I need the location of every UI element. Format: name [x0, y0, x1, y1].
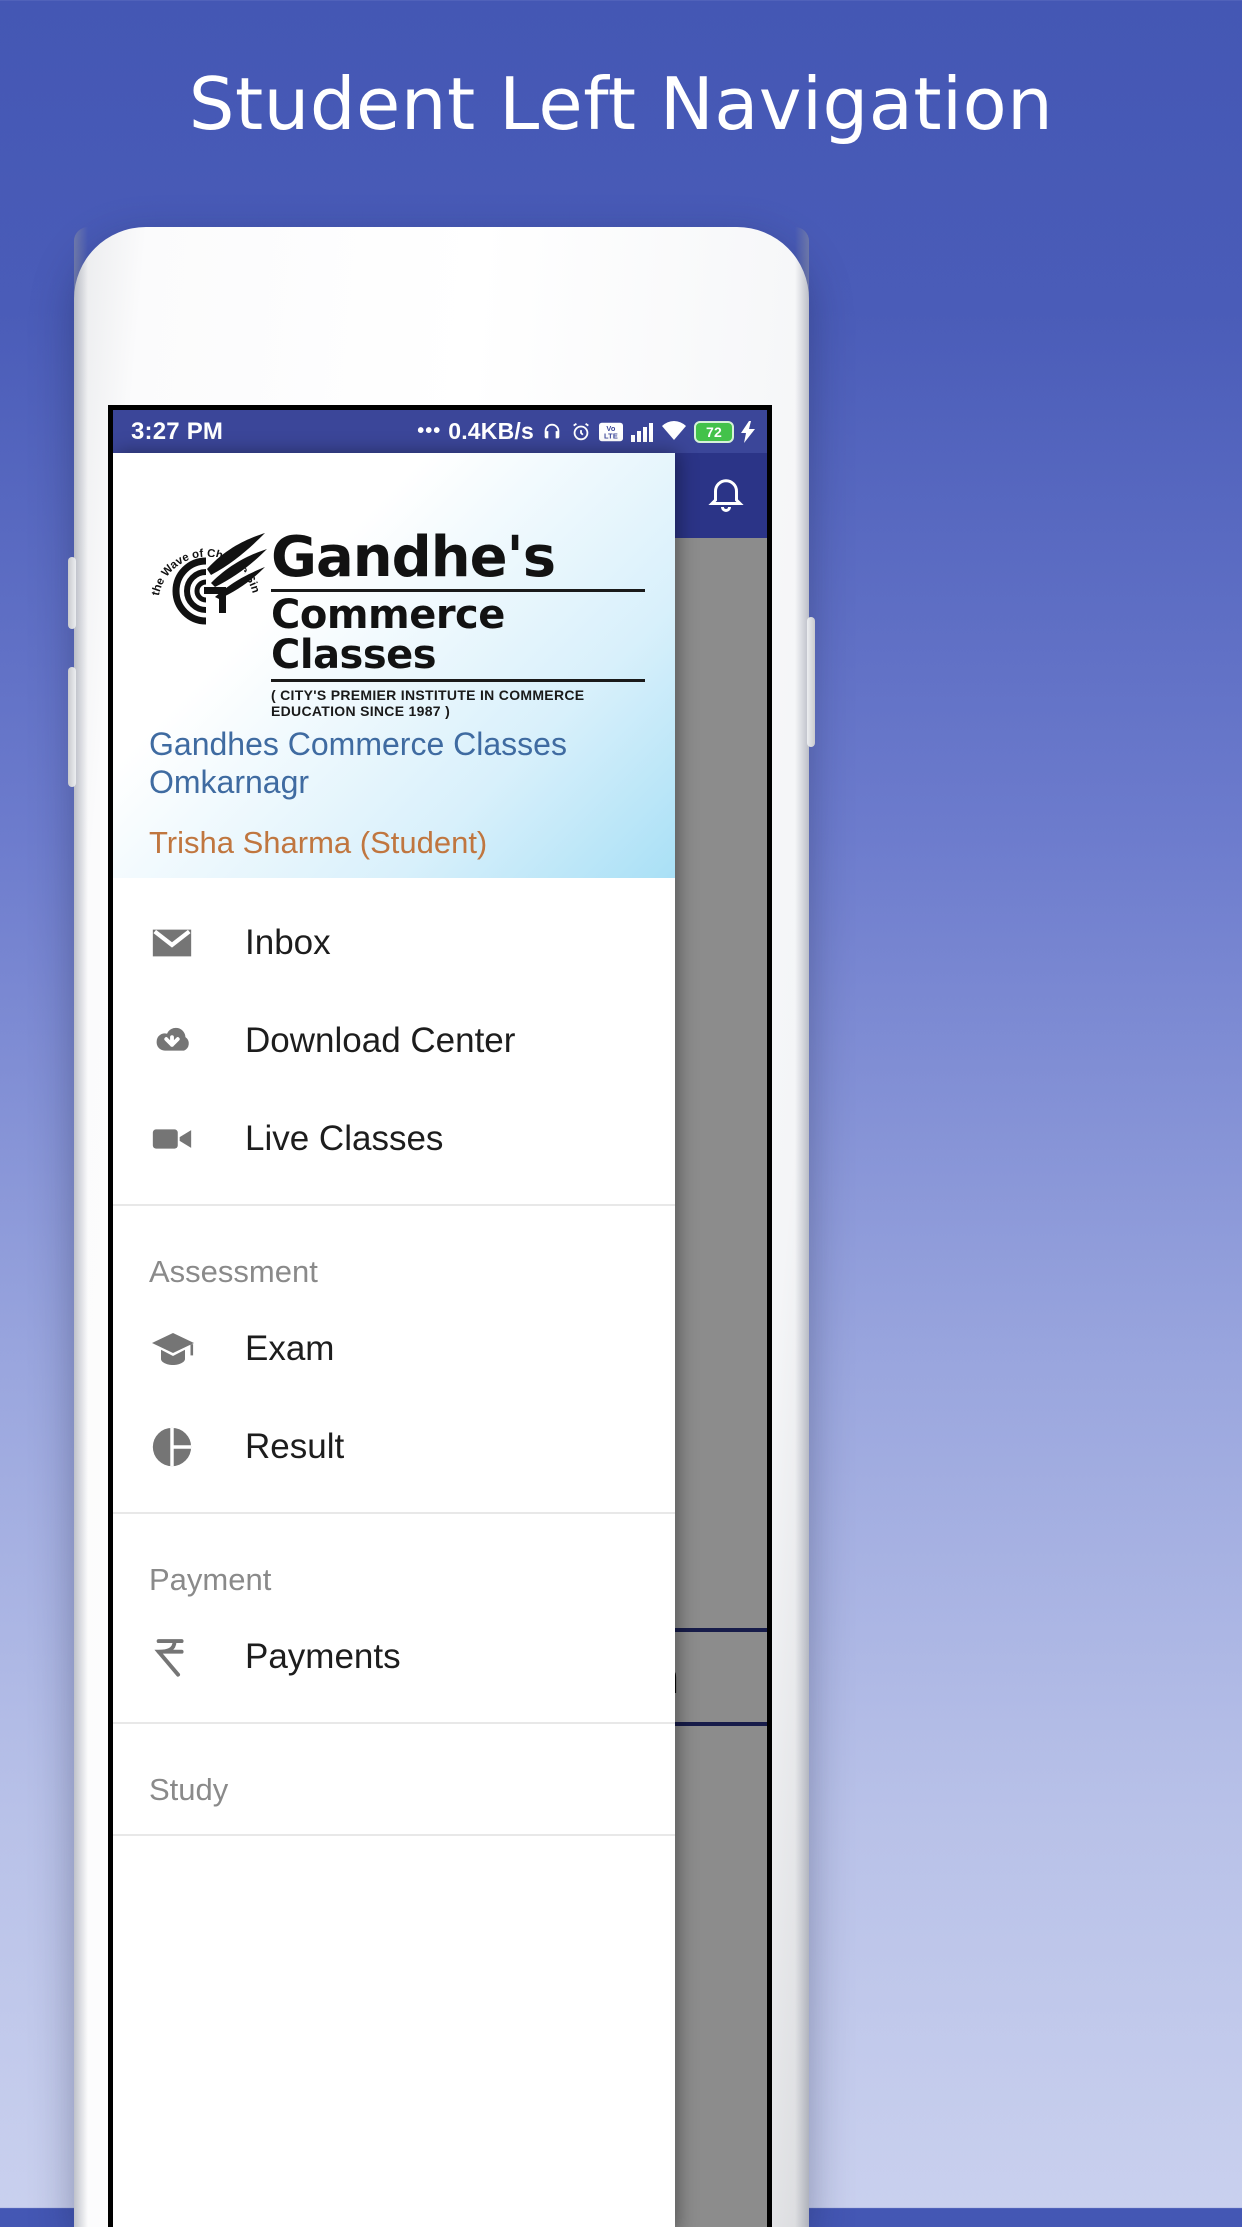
drawer-header: Riding the Wave of Change Since 1987 [113, 453, 675, 878]
charging-bolt-icon [741, 420, 755, 443]
phone-mockup: 3:27 PM ••• 0.4KB/s Vo LTE 72 the Wave o… [68, 227, 815, 2227]
organization-name: Gandhes Commerce Classes Omkarnagr [149, 726, 567, 801]
group-title-payment: Payment [149, 1562, 272, 1597]
status-bar: 3:27 PM ••• 0.4KB/s Vo LTE 72 [113, 410, 767, 453]
graduation-cap-icon [149, 1325, 213, 1373]
signal-bars-icon [630, 421, 654, 443]
sidebar-item-label: Download Center [245, 1021, 516, 1060]
sidebar-item-label: Live Classes [245, 1119, 444, 1158]
sidebar-item-result[interactable]: Result [113, 1398, 675, 1496]
sidebar-item-inbox[interactable]: Inbox [113, 894, 675, 992]
volume-up-button[interactable] [68, 557, 76, 629]
page-title: Student Left Navigation [188, 62, 1054, 146]
status-time: 3:27 PM [131, 417, 224, 445]
phone-edge-right [795, 227, 809, 2227]
drawer-group-study: Study [113, 1724, 675, 1836]
user-name: Trisha Sharma (Student) [149, 825, 488, 860]
video-camera-icon [149, 1116, 213, 1162]
sidebar-item-live-classes[interactable]: Live Classes [113, 1090, 675, 1188]
headphones-icon [541, 421, 563, 443]
rupee-icon [149, 1634, 213, 1680]
brand-tagline: ( CITY'S PREMIER INSTITUTE IN COMMERCE E… [271, 686, 585, 719]
volte-icon: Vo LTE [599, 422, 623, 442]
drawer-group-payment: Payment Payments [113, 1514, 675, 1724]
brand-subtitle: Commerce Classes [271, 591, 505, 678]
pie-chart-icon [149, 1424, 213, 1470]
sidebar-item-exam[interactable]: Exam [113, 1300, 675, 1398]
volume-down-button[interactable] [68, 667, 76, 787]
drawer-group-assessment: Assessment Exam Result [113, 1206, 675, 1514]
group-title-assessment: Assessment [149, 1254, 318, 1289]
brand-name: Gandhe's [271, 525, 556, 590]
drawer-group-primary: Inbox Download Center Live Classes [113, 878, 675, 1206]
emblem-icon: Riding the Wave of Change Since 1987 [141, 516, 267, 647]
sidebar-item-label: Payments [245, 1637, 401, 1676]
notification-bell-icon[interactable] [705, 472, 747, 519]
svg-text:LTE: LTE [604, 431, 618, 440]
network-speed-label: 0.4KB/s [448, 418, 534, 444]
phone-edge-left [74, 227, 88, 2227]
group-title-study: Study [149, 1772, 229, 1807]
status-more-dots-icon: ••• [417, 420, 442, 442]
phone-screen: 3:27 PM ••• 0.4KB/s Vo LTE 72 the Wave o… [108, 405, 772, 2227]
alarm-clock-icon [570, 421, 592, 443]
brand-wordmark: Gandhe's Commerce Classes ( CITY'S PREMI… [271, 525, 645, 719]
battery-icon: 72 [694, 420, 734, 443]
sidebar-item-label: Inbox [245, 923, 331, 962]
brand-rule-bottom [271, 678, 645, 682]
cloud-download-icon [149, 1018, 213, 1064]
power-button[interactable] [807, 617, 815, 747]
envelope-icon [149, 920, 213, 966]
brand-logo: Riding the Wave of Change Since 1987 [141, 516, 645, 719]
sidebar-item-payments[interactable]: Payments [113, 1608, 675, 1706]
sidebar-item-label: Exam [245, 1329, 335, 1368]
wifi-icon [661, 420, 687, 443]
sidebar-item-label: Result [245, 1427, 345, 1466]
navigation-drawer: Riding the Wave of Change Since 1987 [113, 453, 675, 2227]
sidebar-item-download-center[interactable]: Download Center [113, 992, 675, 1090]
